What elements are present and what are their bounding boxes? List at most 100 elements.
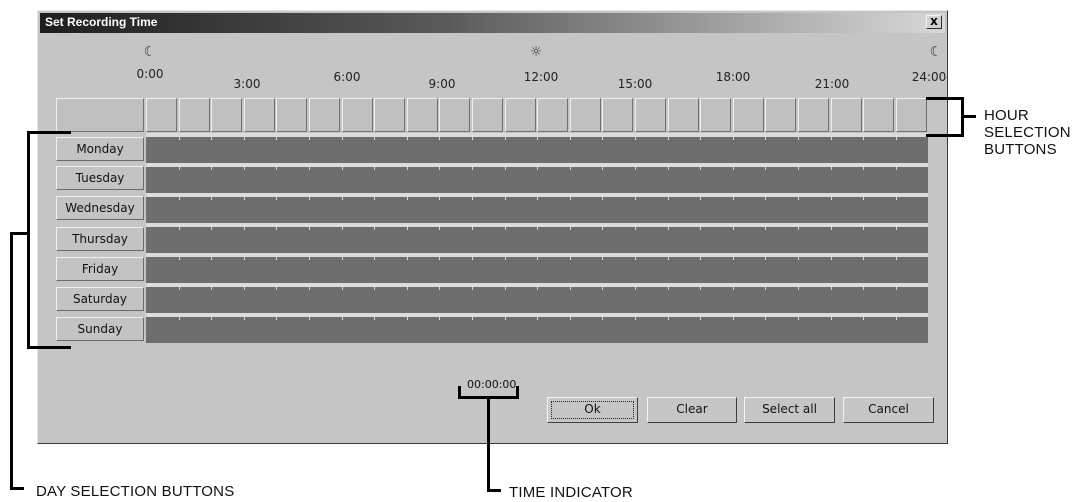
hour-button[interactable] — [863, 98, 894, 132]
hour-tick — [374, 137, 375, 140]
hour-button[interactable] — [896, 98, 927, 132]
hour-tick — [179, 137, 180, 140]
hour-tick — [211, 257, 212, 260]
hour-button[interactable] — [602, 98, 633, 132]
day-callout-bracket-side — [27, 131, 30, 349]
hour-tick — [798, 197, 799, 200]
hour-tick — [244, 227, 245, 230]
schedule-row-saturday[interactable] — [146, 287, 928, 313]
hour-button[interactable] — [668, 98, 699, 132]
hour-tick — [733, 197, 734, 200]
hour-tick — [244, 137, 245, 140]
hour-button[interactable] — [765, 98, 796, 132]
day-button-friday[interactable]: Friday — [56, 257, 144, 281]
hour-button[interactable] — [146, 98, 177, 132]
hour-button[interactable] — [537, 98, 568, 132]
hour-tick — [602, 197, 603, 200]
clear-button[interactable]: Clear — [647, 397, 737, 423]
hour-button[interactable] — [244, 98, 275, 132]
hour-button[interactable] — [700, 98, 731, 132]
hour-tick — [407, 197, 408, 200]
day-callout-leader — [10, 232, 13, 490]
day-button-wednesday[interactable]: Wednesday — [56, 196, 144, 220]
hour-tick — [733, 227, 734, 230]
hour-tick — [765, 227, 766, 230]
schedule-grid[interactable] — [146, 133, 928, 343]
hour-button[interactable] — [179, 98, 210, 132]
hour-tick — [700, 257, 701, 260]
hour-button[interactable] — [798, 98, 829, 132]
hour-tick — [309, 317, 310, 320]
hour-button[interactable] — [342, 98, 373, 132]
hour-tick — [765, 137, 766, 140]
sun-icon: ☼ — [529, 44, 543, 60]
hour-button[interactable] — [276, 98, 307, 132]
hour-tick — [668, 317, 669, 320]
hour-tick — [896, 257, 897, 260]
hour-button[interactable] — [635, 98, 666, 132]
hour-button[interactable] — [472, 98, 503, 132]
hour-button[interactable] — [309, 98, 340, 132]
hour-tick — [439, 137, 440, 140]
hour-tick — [896, 197, 897, 200]
hour-tick — [439, 287, 440, 290]
hour-tick — [342, 227, 343, 230]
ok-button[interactable]: Ok — [547, 397, 638, 423]
hour-tick — [863, 227, 864, 230]
hour-tick — [733, 167, 734, 170]
corner-select-cell[interactable] — [56, 98, 144, 132]
hour-tick — [863, 137, 864, 140]
hour-tick — [211, 137, 212, 140]
day-button-thursday[interactable]: Thursday — [56, 227, 144, 251]
hour-tick — [179, 227, 180, 230]
hour-tick — [635, 227, 636, 230]
hour-button[interactable] — [439, 98, 470, 132]
day-button-saturday[interactable]: Saturday — [56, 287, 144, 311]
schedule-row-wednesday[interactable] — [146, 197, 928, 223]
hour-tick — [244, 317, 245, 320]
day-button-sunday[interactable]: Sunday — [56, 317, 144, 341]
hour-tick — [570, 137, 571, 140]
hour-tick — [863, 287, 864, 290]
hour-tick — [244, 197, 245, 200]
hour-tick — [342, 317, 343, 320]
hour-tick — [407, 137, 408, 140]
hour-tick — [309, 137, 310, 140]
day-button-tuesday[interactable]: Tuesday — [56, 166, 144, 190]
hour-button[interactable] — [570, 98, 601, 132]
hour-button[interactable] — [374, 98, 405, 132]
hour-tick — [570, 287, 571, 290]
hour-button[interactable] — [505, 98, 536, 132]
hour-tick — [863, 197, 864, 200]
hour-tick — [505, 227, 506, 230]
hour-button[interactable] — [831, 98, 862, 132]
hour-button[interactable] — [211, 98, 242, 132]
close-button[interactable]: x — [926, 15, 942, 29]
hour-tick — [635, 317, 636, 320]
hour-tick — [733, 287, 734, 290]
hour-button[interactable] — [733, 98, 764, 132]
hour-tick — [700, 317, 701, 320]
hour-tick — [505, 257, 506, 260]
schedule-row-monday[interactable] — [146, 137, 928, 163]
hour-tick — [537, 167, 538, 170]
hour-tick — [211, 227, 212, 230]
hour-tick — [211, 317, 212, 320]
hour-tick — [374, 227, 375, 230]
hour-tick — [831, 137, 832, 140]
hour-tick — [505, 317, 506, 320]
select-all-button[interactable]: Select all — [744, 397, 835, 423]
hour-tick — [570, 317, 571, 320]
hour-tick — [472, 287, 473, 290]
hour-selection-callout: HOUR SELECTION BUTTONS — [984, 107, 1071, 158]
hour-tick — [798, 227, 799, 230]
day-button-monday[interactable]: Monday — [56, 137, 144, 161]
hour-button[interactable] — [407, 98, 438, 132]
cancel-button[interactable]: Cancel — [843, 397, 934, 423]
schedule-row-tuesday[interactable] — [146, 167, 928, 193]
hour-tick — [211, 287, 212, 290]
schedule-row-thursday[interactable] — [146, 227, 928, 253]
schedule-row-friday[interactable] — [146, 257, 928, 283]
hour-tick — [798, 137, 799, 140]
schedule-row-sunday[interactable] — [146, 317, 928, 343]
